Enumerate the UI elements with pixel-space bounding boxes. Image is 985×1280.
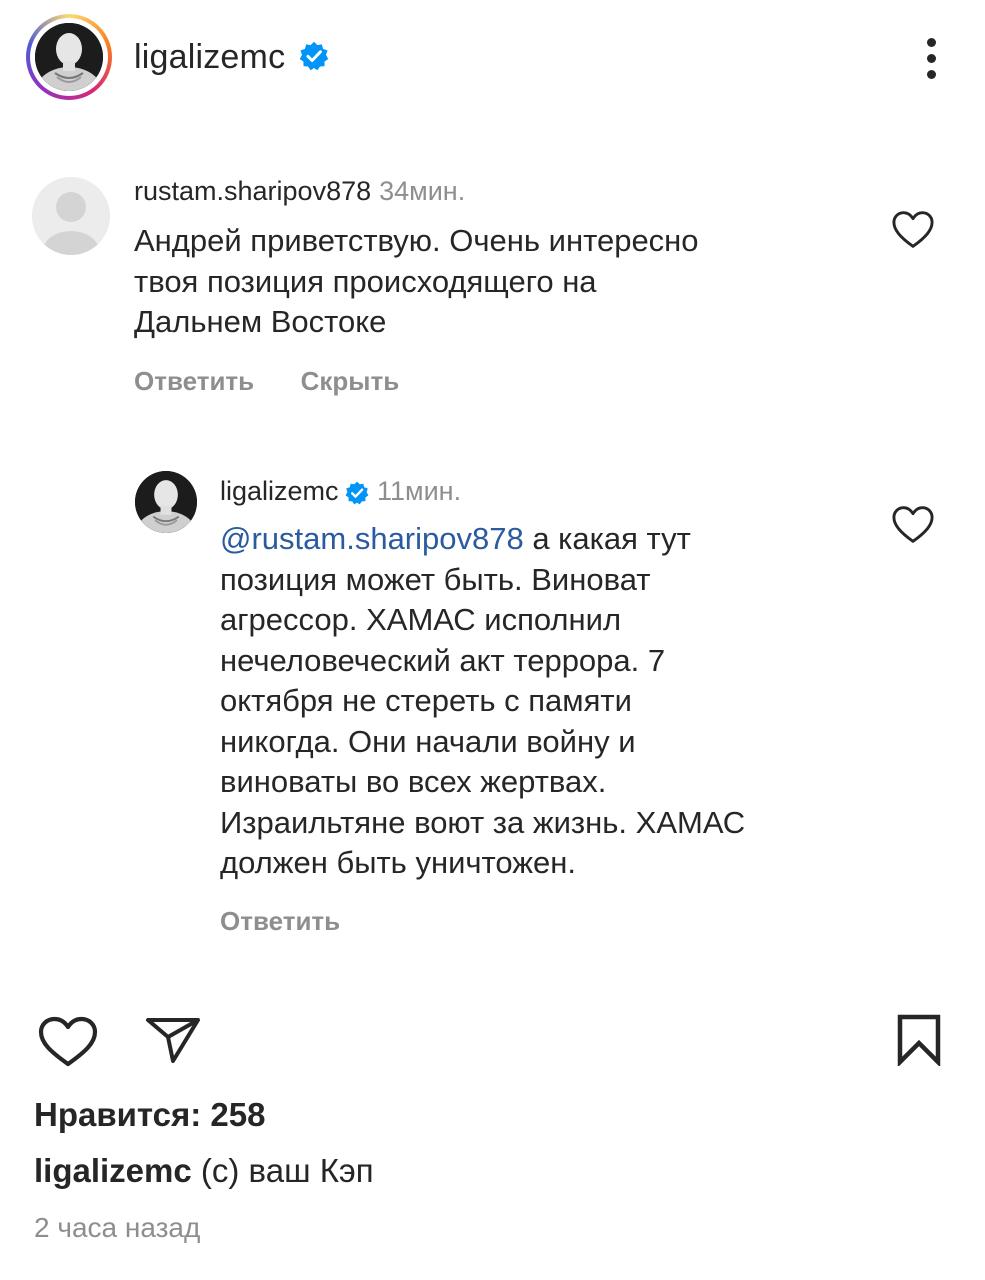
more-vertical-icon[interactable] xyxy=(920,38,944,82)
comment-line: Андрей приветствую. Очень интересно xyxy=(134,223,699,258)
reply-line: позиция может быть. Виноват xyxy=(220,561,651,597)
header-username[interactable]: ligalizemc xyxy=(134,38,285,76)
header-avatar[interactable] xyxy=(26,14,112,100)
caption-username[interactable]: ligalizemc xyxy=(34,1152,192,1189)
reply-line: октября не стереть с памяти xyxy=(220,683,632,718)
avatar-photo xyxy=(35,23,103,91)
reply-avatar[interactable] xyxy=(135,471,197,533)
comment-time: 34мин. xyxy=(379,176,466,206)
reply-line: нечеловеческий акт террора. 7 xyxy=(220,642,666,678)
reply-username[interactable]: ligalizemc xyxy=(220,476,339,506)
heart-outline-icon[interactable] xyxy=(891,210,935,250)
reply-line: должен быть уничтожен. xyxy=(220,845,576,880)
verified-badge-icon xyxy=(299,41,329,71)
reply-text: @rustam.sharipov878 а какая тут позиция … xyxy=(220,519,860,884)
caption-text: (с) ваш Кэп xyxy=(191,1152,374,1189)
heart-outline-icon[interactable] xyxy=(891,505,935,545)
header-username-row[interactable]: ligalizemc xyxy=(134,38,329,77)
comment-text: Андрей приветствую. Очень интересно твоя… xyxy=(134,221,854,343)
comment-line: Дальнем Востоке xyxy=(134,304,387,339)
reply-header: ligalizemc 11мин. xyxy=(220,476,461,507)
paper-plane-icon[interactable] xyxy=(144,1016,202,1064)
comment-actions: Ответить Скрыть xyxy=(134,366,399,397)
default-avatar-icon xyxy=(32,177,110,255)
reply-line: агрессор. ХАМАС исполнил xyxy=(220,602,622,637)
comment-avatar-placeholder[interactable] xyxy=(32,177,110,255)
caption: ligalizemc (с) ваш Кэп xyxy=(34,1152,374,1190)
reply-button[interactable]: Ответить xyxy=(134,366,254,396)
reply-actions: Ответить xyxy=(220,906,340,937)
reply-first-line: @rustam.sharipov878 а какая тут xyxy=(220,519,860,560)
likes-count[interactable]: Нравится: 258 xyxy=(34,1096,265,1134)
like-heart-icon[interactable] xyxy=(38,1016,98,1068)
comment-line: твоя позиция происходящего на xyxy=(134,263,597,299)
comment-username[interactable]: rustam.sharipov878 xyxy=(134,176,371,206)
bookmark-icon[interactable] xyxy=(896,1014,942,1066)
reply-line: а какая тут xyxy=(523,521,691,556)
post-timestamp: 2 часа назад xyxy=(34,1212,201,1243)
hide-button[interactable]: Скрыть xyxy=(301,366,400,396)
mention-link[interactable]: @rustam.sharipov878 xyxy=(220,521,524,556)
comment-header: rustam.sharipov878 34мин. xyxy=(134,176,465,207)
reply-line: Израильтяне воют за жизнь. ХАМАС xyxy=(220,804,746,840)
reply-line: никогда. Они начали войну и xyxy=(220,723,636,759)
reply-button[interactable]: Ответить xyxy=(220,906,340,936)
reply-line: виноваты во всех жертвах. xyxy=(220,764,607,799)
reply-time: 11мин. xyxy=(377,476,462,506)
verified-badge-icon xyxy=(345,481,369,505)
